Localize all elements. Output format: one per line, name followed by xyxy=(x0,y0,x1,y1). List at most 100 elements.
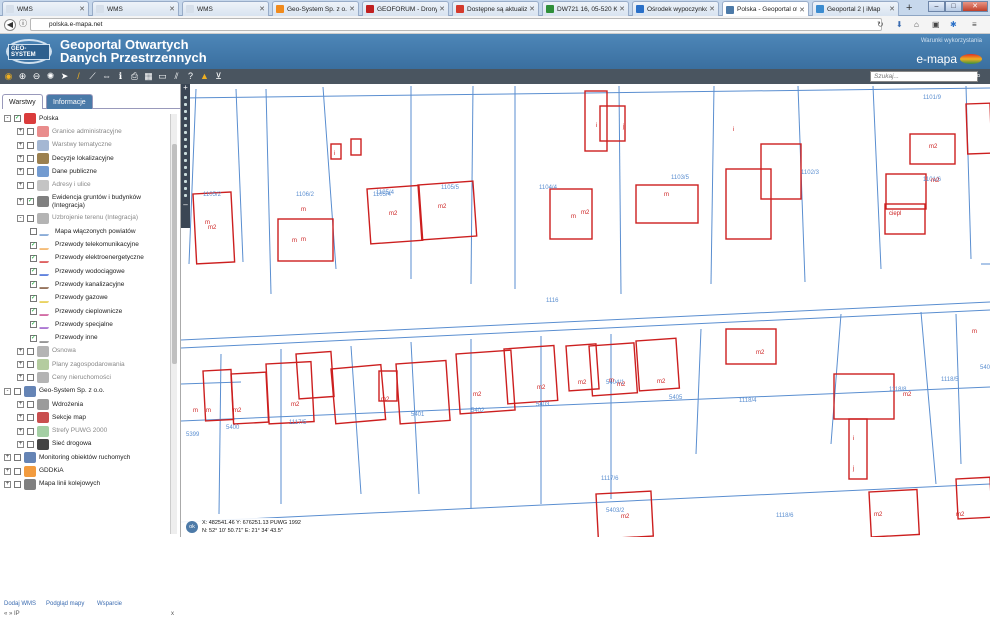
menu-icon[interactable]: ≡ xyxy=(972,20,977,29)
ok-button[interactable]: ok xyxy=(186,521,198,533)
layer-checkbox[interactable] xyxy=(27,214,34,222)
layer-checkbox[interactable]: ✓ xyxy=(30,241,37,249)
browser-tab[interactable]: GEOFORUM - Drony ✕ xyxy=(362,1,449,16)
map-canvas[interactable]: 1105/2 1105/41106/2 1105/41105/5 1104/41103… xyxy=(181,84,990,537)
layer-row[interactable]: ✓ Przewody inne xyxy=(4,331,169,344)
zoom-level-step[interactable] xyxy=(184,145,187,148)
layer-checkbox[interactable]: ✓ xyxy=(27,198,34,206)
tab-close-icon[interactable]: ✕ xyxy=(709,5,715,13)
zoom-level-step[interactable] xyxy=(184,194,187,197)
layer-checkbox[interactable] xyxy=(14,480,21,488)
select-icon[interactable]: ▭ xyxy=(157,71,168,82)
layer-row[interactable]: + Adresy i ulice xyxy=(4,178,169,191)
layer-row[interactable]: + Warstwy tematyczne xyxy=(4,139,169,152)
layer-row[interactable]: + Monitoring obiektów ruchomych xyxy=(4,451,169,464)
tab-close-icon[interactable]: ✕ xyxy=(259,5,265,13)
expand-toggle-icon[interactable]: + xyxy=(17,347,24,355)
expand-toggle-icon[interactable]: - xyxy=(4,115,11,123)
layer-checkbox[interactable] xyxy=(27,427,34,435)
footer-close-button[interactable]: x xyxy=(171,611,174,617)
zoom-level-step[interactable] xyxy=(184,152,187,155)
tab-close-icon[interactable]: ✕ xyxy=(349,5,355,13)
layer-checkbox[interactable] xyxy=(14,387,21,395)
expand-toggle-icon[interactable]: + xyxy=(4,454,11,462)
route-icon[interactable]: ? xyxy=(185,71,196,82)
layer-checkbox[interactable] xyxy=(14,454,21,462)
expand-toggle-icon[interactable]: + xyxy=(17,181,24,189)
minimize-button[interactable]: – xyxy=(928,1,945,12)
zoom-level-step[interactable] xyxy=(184,131,187,134)
pointer-icon[interactable]: ➤ xyxy=(59,71,70,82)
zoom-out-icon[interactable]: – xyxy=(181,201,190,209)
info-tool-icon[interactable]: ℹ xyxy=(115,71,126,82)
layer-checkbox[interactable] xyxy=(27,347,34,355)
layer-checkbox[interactable] xyxy=(27,361,34,369)
expand-toggle-icon[interactable]: + xyxy=(17,440,24,448)
hatch-icon[interactable]: ⫽ xyxy=(171,71,182,82)
zoom-level-step[interactable] xyxy=(184,103,187,106)
measure-distance-icon[interactable]: ⇔ xyxy=(101,71,112,82)
extension-icon[interactable]: ▣ xyxy=(932,20,940,29)
map-preview-link[interactable]: Podgląd mapy xyxy=(46,601,84,607)
close-window-button[interactable]: ✕ xyxy=(962,1,988,12)
layer-checkbox[interactable] xyxy=(27,440,34,448)
zoom-level-step[interactable] xyxy=(184,117,187,120)
zoom-level-step[interactable] xyxy=(184,173,187,176)
tab-close-icon[interactable]: ✕ xyxy=(79,5,85,13)
layer-row[interactable]: ✓ Przewody telekomunikacyjne xyxy=(4,238,169,251)
layer-row[interactable]: + Granice administracyjne xyxy=(4,125,169,138)
tab-warstwy[interactable]: Warstwy xyxy=(2,94,43,109)
browser-tab[interactable]: Polska - Geoportal ot ✕ xyxy=(722,1,809,17)
table-icon[interactable]: ▦ xyxy=(143,71,154,82)
browser-tab[interactable]: DW721 16, 05-520 Ko ✕ xyxy=(542,1,629,16)
print-icon[interactable]: ⎙ xyxy=(129,71,140,82)
layer-checkbox[interactable] xyxy=(27,181,34,189)
sidebar-scrollbar[interactable] xyxy=(170,114,177,534)
expand-toggle-icon[interactable]: - xyxy=(17,214,24,222)
expand-toggle-icon[interactable]: + xyxy=(17,427,24,435)
maximize-button[interactable]: □ xyxy=(945,1,962,12)
layer-row[interactable]: ✓ Przewody gazowe xyxy=(4,292,169,305)
layer-row[interactable]: + Ceny nieruchomości xyxy=(4,371,169,384)
geo-system-logo[interactable]: GEO-SYSTEM xyxy=(6,39,52,64)
layer-row[interactable]: + Decyzje lokalizacyjne xyxy=(4,152,169,165)
layer-row[interactable]: + Mapa linii kolejowych xyxy=(4,478,169,491)
layer-row[interactable]: + GDDKiA xyxy=(4,464,169,477)
layer-checkbox[interactable] xyxy=(27,401,34,409)
reload-icon[interactable]: ↻ xyxy=(877,20,884,29)
sync-icon[interactable]: ✱ xyxy=(950,20,957,29)
tab-close-icon[interactable]: ✕ xyxy=(169,5,175,13)
zoom-slider[interactable]: + – xyxy=(181,84,190,228)
expand-toggle-icon[interactable]: + xyxy=(4,467,11,475)
layer-checkbox[interactable]: ✓ xyxy=(30,308,37,315)
info-icon[interactable]: ⓘ xyxy=(17,19,29,31)
url-input[interactable]: polska.e-mapa.net xyxy=(30,18,882,31)
layer-checkbox[interactable] xyxy=(27,128,34,136)
tab-close-icon[interactable]: ✕ xyxy=(439,5,445,13)
expand-toggle-icon[interactable]: + xyxy=(17,198,24,206)
zoom-out-icon[interactable]: ⊖ xyxy=(31,71,42,82)
measure-line-icon[interactable]: / xyxy=(73,71,84,82)
expand-toggle-icon[interactable]: + xyxy=(17,414,24,422)
browser-tab[interactable]: WMS ✕ xyxy=(92,1,179,16)
layer-row[interactable]: - Geo-System Sp. z o.o. xyxy=(4,385,169,398)
zoom-full-icon[interactable]: ✺ xyxy=(45,71,56,82)
browser-tab[interactable]: WMS ✕ xyxy=(2,1,89,16)
download-icon[interactable]: ⬇ xyxy=(896,20,903,29)
layer-row[interactable]: ✓ Przewody wodociągowe xyxy=(4,265,169,278)
scrollbar-thumb[interactable] xyxy=(172,144,177,364)
layer-checkbox[interactable] xyxy=(14,467,21,475)
cart-icon[interactable]: ⊻ xyxy=(213,71,224,82)
zoom-in-icon[interactable]: ⊕ xyxy=(17,71,28,82)
layer-row[interactable]: + Wdrożenia xyxy=(4,398,169,411)
layer-row[interactable]: + Sekcje map xyxy=(4,411,169,424)
layer-checkbox[interactable] xyxy=(27,374,34,382)
layer-row[interactable]: - Uzbrojenie terenu (Integracja) xyxy=(4,212,169,225)
layer-checkbox[interactable]: ✓ xyxy=(30,334,37,342)
expand-toggle-icon[interactable]: - xyxy=(4,387,11,395)
layer-row[interactable]: ✓ Przewody cieplownicze xyxy=(4,305,169,318)
zoom-level-step[interactable] xyxy=(184,96,187,99)
expand-toggle-icon[interactable]: + xyxy=(17,141,24,149)
zoom-level-step[interactable] xyxy=(184,124,187,127)
tab-close-icon[interactable]: ✕ xyxy=(799,6,805,14)
